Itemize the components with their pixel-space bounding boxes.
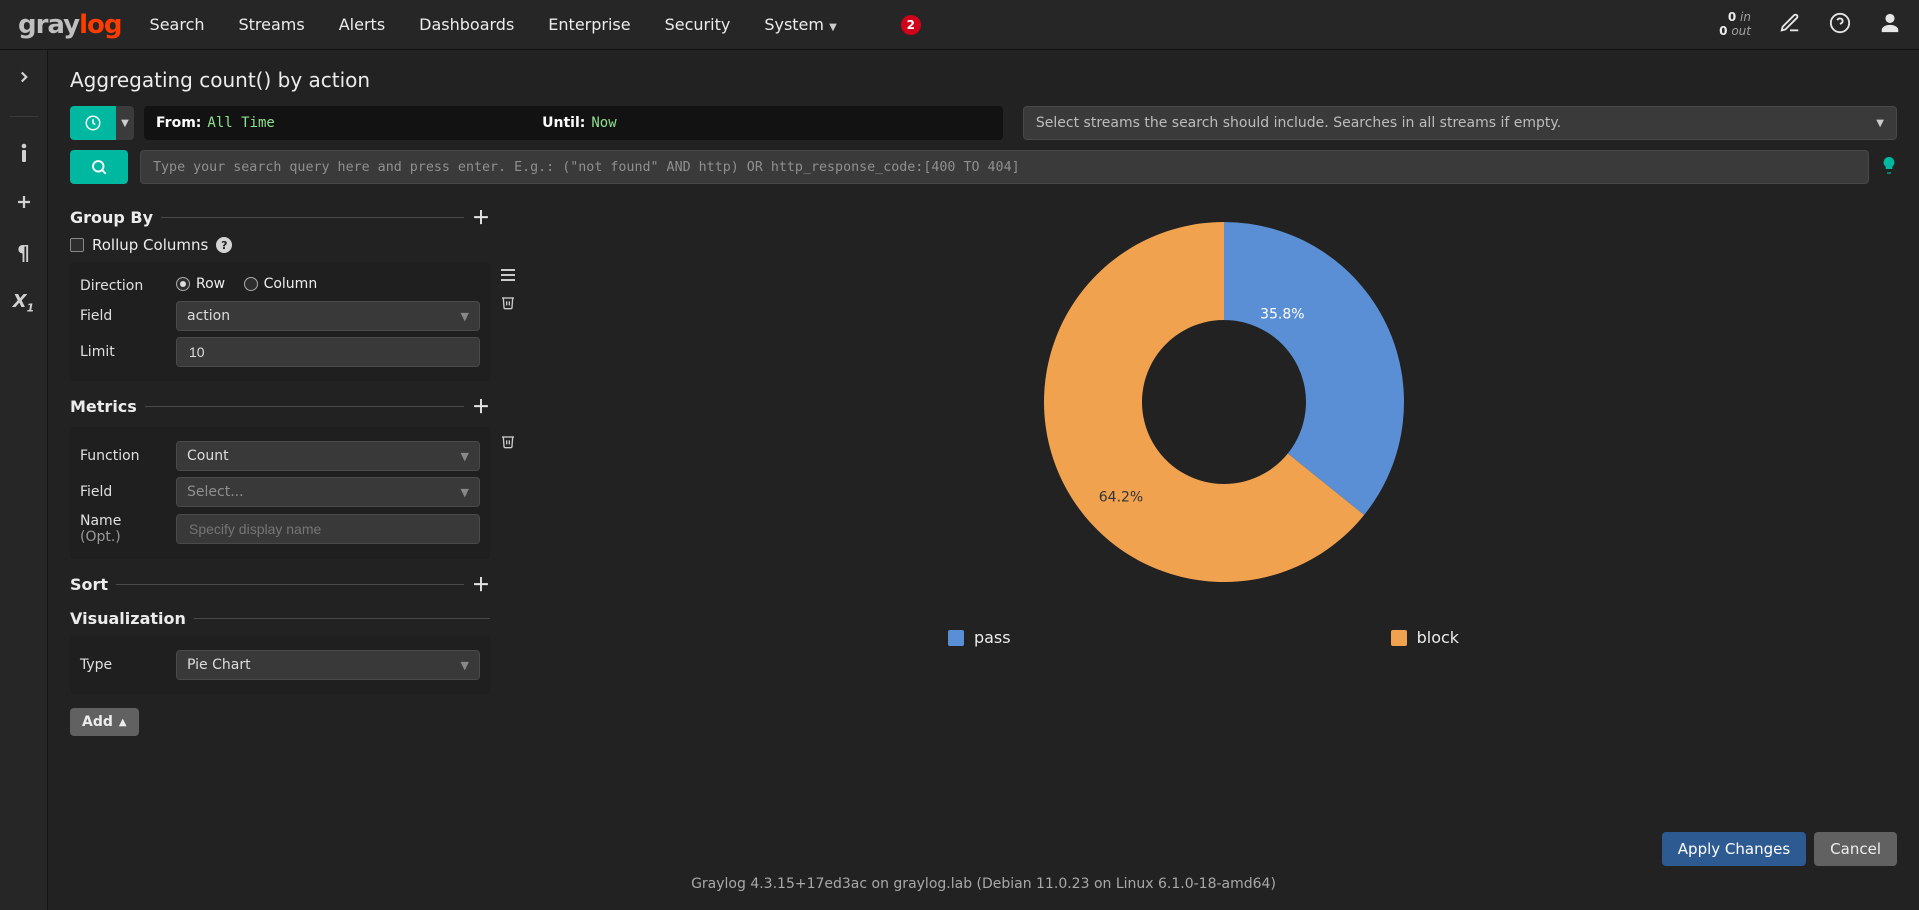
sidebar-info-icon[interactable]	[17, 143, 31, 167]
metrics-field-label: Field	[80, 484, 164, 500]
direction-column-radio[interactable]: Column	[244, 276, 318, 292]
apply-button[interactable]: Apply Changes	[1662, 832, 1806, 866]
legend-pass[interactable]: pass	[948, 628, 1011, 647]
throughput: 0 in 0 out	[1719, 11, 1751, 37]
chart-column: 35.8% 64.2% pass block Apply Changes	[510, 192, 1897, 870]
user-icon[interactable]	[1879, 12, 1901, 38]
sidebar-variable-icon[interactable]: X1	[13, 291, 35, 315]
page-title: Aggregating count() by action	[70, 68, 1897, 92]
sort-header: Sort ＋	[70, 571, 490, 597]
nav-enterprise[interactable]: Enterprise	[548, 15, 630, 35]
groupby-field-select[interactable]: action▼	[176, 301, 480, 331]
timerange-button[interactable]	[70, 106, 116, 140]
sort-add-icon[interactable]: ＋	[472, 571, 490, 597]
nav-security[interactable]: Security	[665, 15, 731, 35]
help-icon[interactable]	[1829, 12, 1851, 38]
nav-links: Search Streams Alerts Dashboards Enterpr…	[150, 15, 921, 35]
logo[interactable]: graylog	[18, 10, 122, 40]
direction-row-radio[interactable]: Row	[176, 276, 225, 292]
metrics-add-icon[interactable]: ＋	[472, 393, 490, 419]
groupby-header: Group By ＋	[70, 204, 490, 230]
notification-badge[interactable]: 2	[901, 15, 921, 35]
metrics-field-select[interactable]: Select...▼	[176, 477, 480, 507]
metrics-name-label: Name (Opt.)	[80, 513, 164, 545]
viz-type-label: Type	[80, 657, 164, 673]
svg-text:64.2%: 64.2%	[1098, 489, 1142, 505]
groupby-add-icon[interactable]: ＋	[472, 204, 490, 230]
nav-system[interactable]: System ▼	[764, 15, 836, 35]
sidebar-expand-icon[interactable]	[15, 68, 33, 90]
groupby-card: Direction Row Column Field action▼ Lim	[70, 262, 490, 381]
metrics-card: Function Count▼ Field Select...▼ Name (O…	[70, 427, 490, 559]
rollup-help-icon[interactable]: ?	[216, 237, 232, 253]
sidebar-paragraph-icon[interactable]: ¶	[17, 241, 30, 265]
streams-placeholder: Select streams the search should include…	[1036, 115, 1561, 131]
pie-chart: 35.8% 64.2%	[924, 192, 1484, 612]
rollup-label: Rollup Columns	[92, 236, 208, 254]
timerange-dropdown[interactable]: ▼	[116, 106, 134, 140]
chart-legend: pass block	[948, 628, 1459, 647]
groupby-limit-input[interactable]	[176, 337, 480, 367]
nav-search[interactable]: Search	[150, 15, 205, 35]
groupby-field-label: Field	[80, 308, 164, 324]
metrics-function-label: Function	[80, 448, 164, 464]
rollup-checkbox[interactable]	[70, 238, 84, 252]
edit-icon[interactable]	[1779, 12, 1801, 38]
legend-block[interactable]: block	[1391, 628, 1459, 647]
metrics-function-select[interactable]: Count▼	[176, 441, 480, 471]
nav-alerts[interactable]: Alerts	[339, 15, 385, 35]
viz-card: Type Pie Chart▼	[70, 636, 490, 694]
metrics-name-input[interactable]	[176, 514, 480, 544]
query-input[interactable]	[140, 150, 1869, 184]
cancel-button[interactable]: Cancel	[1814, 832, 1897, 866]
timerange-display[interactable]: From:All Time Until:Now	[144, 106, 1003, 140]
add-button[interactable]: Add▲	[70, 708, 139, 736]
sidebar-add-icon[interactable]	[15, 193, 33, 215]
streams-select[interactable]: Select streams the search should include…	[1023, 106, 1897, 140]
nav-dashboards[interactable]: Dashboards	[419, 15, 514, 35]
top-nav: graylog Search Streams Alerts Dashboards…	[0, 0, 1919, 50]
metrics-header: Metrics ＋	[70, 393, 490, 419]
groupby-limit-label: Limit	[80, 344, 164, 360]
svg-text:35.8%: 35.8%	[1260, 306, 1304, 322]
viz-type-select[interactable]: Pie Chart▼	[176, 650, 480, 680]
search-button[interactable]	[70, 150, 128, 184]
config-column: Group By ＋ Rollup Columns ?	[70, 192, 490, 870]
viz-header: Visualization	[70, 609, 490, 628]
lightbulb-icon[interactable]	[1881, 155, 1897, 179]
footer-text: Graylog 4.3.15+17ed3ac on graylog.lab (D…	[70, 870, 1897, 900]
sidebar: ¶ X1	[0, 50, 48, 910]
direction-label: Direction	[80, 278, 164, 294]
nav-streams[interactable]: Streams	[239, 15, 305, 35]
